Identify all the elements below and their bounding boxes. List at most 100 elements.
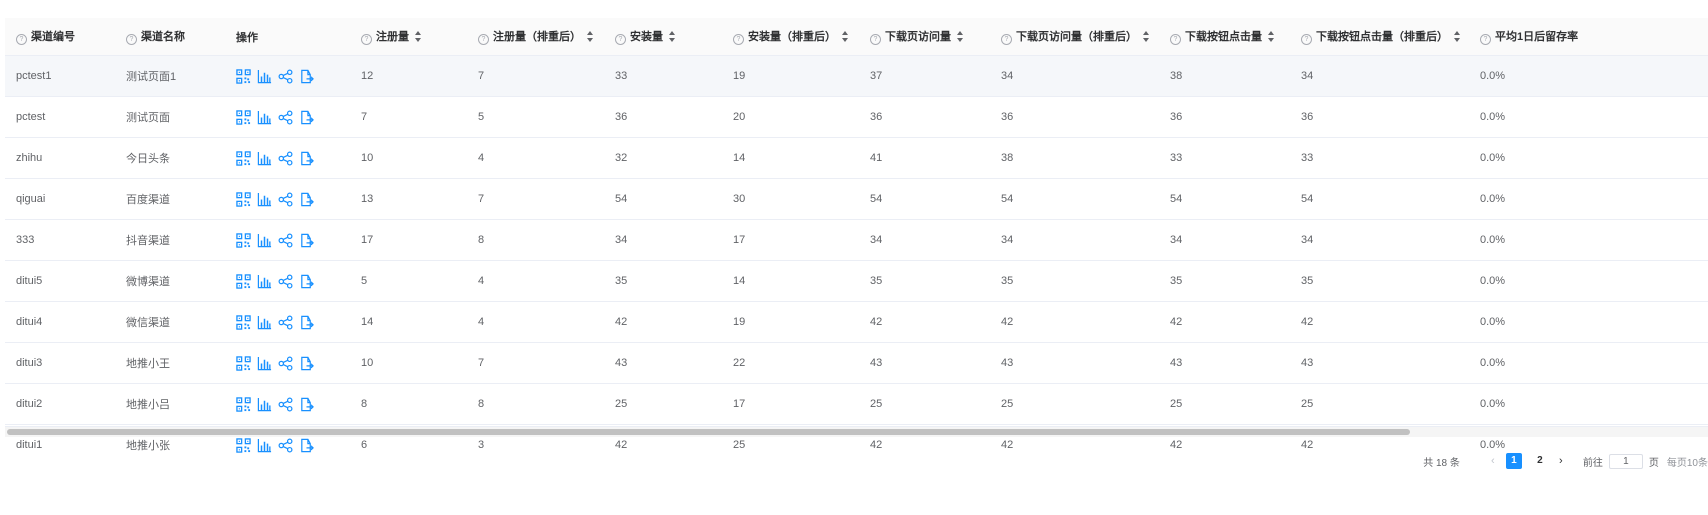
qrcode-icon[interactable]	[236, 150, 251, 166]
page-visit-cell: 42	[859, 301, 990, 343]
export-icon[interactable]	[299, 438, 314, 453]
sort-icon[interactable]	[1143, 31, 1150, 42]
page-button-1[interactable]: 1	[1505, 453, 1522, 469]
export-icon[interactable]	[299, 274, 314, 289]
help-icon[interactable]: ?	[16, 34, 27, 45]
page-visit-cell: 35	[859, 260, 990, 302]
share-icon[interactable]	[278, 397, 293, 412]
column-header-10[interactable]: ? 下载按钮点击量（排重后）	[1290, 18, 1469, 56]
row-actions	[236, 273, 350, 289]
sort-icon[interactable]	[957, 31, 964, 42]
column-header-label: 下载页访问量	[885, 31, 951, 43]
column-header-2: 操作	[225, 18, 350, 56]
help-icon[interactable]: ?	[615, 34, 626, 45]
qrcode-icon[interactable]	[236, 68, 251, 84]
prev-page-button[interactable]: ‹	[1485, 455, 1501, 467]
help-icon[interactable]: ?	[361, 34, 372, 45]
next-page-button[interactable]: ›	[1553, 455, 1569, 467]
export-icon[interactable]	[299, 110, 314, 125]
register-dedup-cell: 8	[467, 383, 604, 425]
column-header-label: 下载按钮点击量	[1185, 31, 1262, 43]
help-icon[interactable]: ?	[733, 34, 744, 45]
help-icon[interactable]: ?	[478, 34, 489, 45]
export-icon[interactable]	[299, 151, 314, 166]
help-icon[interactable]: ?	[126, 34, 137, 45]
bar-chart-icon[interactable]	[257, 356, 272, 371]
bar-chart-icon[interactable]	[257, 233, 272, 248]
bar-chart-icon[interactable]	[257, 274, 272, 289]
horizontal-scrollbar[interactable]	[5, 426, 1708, 437]
column-header-label: 安装量（排重后）	[748, 31, 836, 43]
share-icon[interactable]	[278, 438, 293, 453]
bar-chart-icon[interactable]	[257, 110, 272, 125]
row-actions	[236, 314, 350, 330]
column-header-5[interactable]: ? 安装量	[604, 18, 722, 56]
sort-icon[interactable]	[587, 31, 594, 42]
sort-icon[interactable]	[415, 31, 422, 42]
share-icon[interactable]	[278, 192, 293, 207]
share-icon[interactable]	[278, 356, 293, 371]
register-dedup-cell: 7	[467, 342, 604, 384]
channel-name-cell: 地推小吕	[115, 383, 225, 425]
help-icon[interactable]: ?	[1480, 34, 1491, 45]
channel-name-cell: 微信渠道	[115, 301, 225, 343]
export-icon[interactable]	[299, 397, 314, 412]
row-actions	[236, 109, 350, 125]
help-icon[interactable]: ?	[1301, 34, 1312, 45]
qrcode-icon[interactable]	[236, 273, 251, 289]
export-icon[interactable]	[299, 233, 314, 248]
qrcode-icon[interactable]	[236, 355, 251, 371]
sort-icon[interactable]	[842, 31, 849, 42]
column-header-9[interactable]: ? 下载按钮点击量	[1159, 18, 1290, 56]
bar-chart-icon[interactable]	[257, 151, 272, 166]
page-size-label[interactable]: 每页10条	[1667, 454, 1708, 469]
row-actions	[236, 396, 350, 412]
column-header-8[interactable]: ? 下载页访问量（排重后）	[990, 18, 1159, 56]
help-icon[interactable]: ?	[870, 34, 881, 45]
channel-name-cell: 百度渠道	[115, 178, 225, 220]
goto-page-input[interactable]	[1608, 453, 1643, 469]
qrcode-icon[interactable]	[236, 396, 251, 412]
qrcode-icon[interactable]	[236, 191, 251, 207]
bar-chart-icon[interactable]	[257, 192, 272, 207]
sort-icon[interactable]	[669, 31, 676, 42]
install-cell: 34	[604, 219, 722, 261]
qrcode-icon[interactable]	[236, 314, 251, 330]
help-icon[interactable]: ?	[1170, 34, 1181, 45]
export-icon[interactable]	[299, 315, 314, 330]
page-visit-cell: 43	[859, 342, 990, 384]
export-icon[interactable]	[299, 192, 314, 207]
install-dedup-cell: 20	[722, 96, 859, 138]
column-header-7[interactable]: ? 下载页访问量	[859, 18, 990, 56]
share-icon[interactable]	[278, 315, 293, 330]
register-dedup-cell: 7	[467, 178, 604, 220]
page-button-2[interactable]: 2	[1532, 453, 1548, 469]
column-header-6[interactable]: ? 安装量（排重后）	[722, 18, 859, 56]
export-icon[interactable]	[299, 69, 314, 84]
page-visit-dedup-cell: 42	[990, 301, 1159, 343]
bar-chart-icon[interactable]	[257, 438, 272, 453]
horizontal-scrollbar-thumb[interactable]	[7, 429, 1410, 435]
help-icon[interactable]: ?	[1001, 34, 1012, 45]
share-icon[interactable]	[278, 274, 293, 289]
bar-chart-icon[interactable]	[257, 315, 272, 330]
qrcode-icon[interactable]	[236, 232, 251, 248]
bar-chart-icon[interactable]	[257, 69, 272, 84]
column-header-3[interactable]: ? 注册量	[350, 18, 467, 56]
qrcode-icon[interactable]	[236, 437, 251, 453]
export-icon[interactable]	[299, 356, 314, 371]
install-cell: 25	[604, 383, 722, 425]
retention-cell: 0.0%	[1469, 301, 1708, 343]
share-icon[interactable]	[278, 69, 293, 84]
bar-chart-icon[interactable]	[257, 397, 272, 412]
sort-icon[interactable]	[1268, 31, 1275, 42]
share-icon[interactable]	[278, 233, 293, 248]
sort-icon[interactable]	[1454, 31, 1461, 42]
share-icon[interactable]	[278, 151, 293, 166]
retention-cell: 0.0%	[1469, 55, 1708, 97]
qrcode-icon[interactable]	[236, 109, 251, 125]
column-header-11: ? 平均1日后留存率	[1469, 18, 1708, 56]
column-header-label: 下载页访问量（排重后）	[1016, 31, 1137, 43]
column-header-4[interactable]: ? 注册量（排重后）	[467, 18, 604, 56]
share-icon[interactable]	[278, 110, 293, 125]
